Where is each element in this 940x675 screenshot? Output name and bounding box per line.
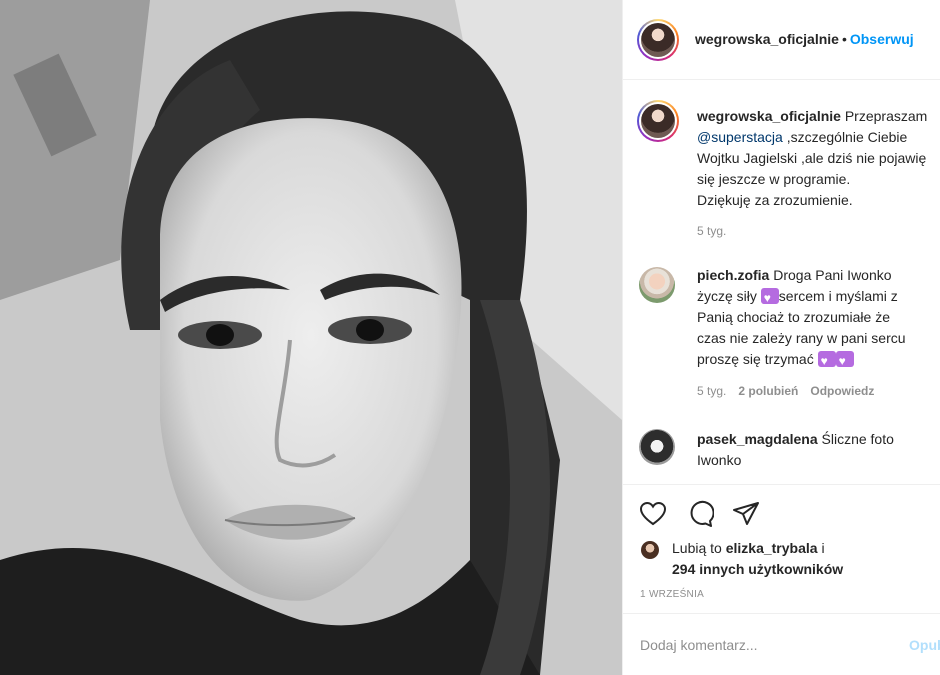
comment-meta: 5 tyg. 2 polubień Odpowiedz — [697, 384, 874, 398]
caption-line: ,szczególnie Ciebie — [786, 129, 908, 145]
add-comment-bar: Opublikuj — [623, 614, 940, 675]
likes-suffix: i — [821, 540, 825, 556]
post-header: wegrowska_oficjalnie • Obserwuj — [623, 0, 940, 80]
liker-username[interactable]: elizka_trybala — [726, 540, 818, 556]
comment-line: Śliczne foto — [821, 431, 894, 447]
post-date[interactable]: 1 WRZEŚNIA — [640, 589, 704, 600]
author-avatar[interactable] — [637, 19, 679, 61]
caption-avatar[interactable] — [637, 100, 679, 142]
header-text: wegrowska_oficjalnie • Obserwuj — [695, 31, 914, 47]
author-username[interactable]: wegrowska_oficjalnie — [695, 31, 839, 47]
likes-others-link[interactable]: 294 innych użytkowników — [672, 559, 843, 580]
liker-avatar[interactable] — [641, 541, 659, 559]
comment-time[interactable]: 5 tyg. — [697, 384, 726, 398]
commenter-avatar[interactable] — [639, 267, 675, 303]
heart-icon[interactable] — [639, 500, 667, 528]
reply-button[interactable]: Odpowiedz — [810, 384, 874, 398]
comment-line: sercem i myślami z — [778, 288, 898, 304]
header-separator: • — [841, 31, 847, 47]
publish-button[interactable]: Opublikuj — [909, 637, 940, 653]
comment-line: czas nie zależy rany w pani sercu — [697, 330, 906, 346]
caption-line: się jeszcze w programie. — [697, 171, 851, 187]
purple-heart-emoji-icon — [760, 288, 779, 309]
caption-time[interactable]: 5 tyg. — [697, 224, 726, 238]
comment-text: pasek_magdalena Śliczne foto Iwonko — [697, 429, 940, 471]
post-side-panel: wegrowska_oficjalnie • Obserwuj wegrowska_… — [622, 0, 940, 675]
commenter-username[interactable]: piech.zofia — [697, 267, 769, 283]
caption-line: Przepraszam — [844, 108, 928, 124]
comment-input[interactable] — [640, 634, 880, 656]
comments-list[interactable]: wegrowska_oficjalnie Przepraszam @supers… — [623, 80, 940, 485]
commenter-avatar[interactable] — [639, 429, 675, 465]
comment-line: życzę siły — [697, 288, 757, 304]
likes-prefix: Lubią to — [672, 540, 722, 556]
mention-link[interactable]: @superstacja — [697, 129, 783, 145]
caption-username[interactable]: wegrowska_oficjalnie — [697, 108, 841, 124]
post-photo[interactable] — [0, 0, 622, 675]
comment-icon[interactable] — [686, 500, 714, 528]
caption-line: Wojtku Jagielski ,ale dziś nie pojawię — [697, 150, 927, 166]
follow-button[interactable]: Obserwuj — [850, 31, 914, 47]
purple-heart-emoji-icon — [835, 351, 854, 372]
comment-likes[interactable]: 2 polubień — [738, 384, 798, 398]
commenter-username[interactable]: pasek_magdalena — [697, 431, 818, 447]
comment-text: piech.zofia Droga Pani Iwonko życzę siły… — [697, 265, 940, 372]
purple-heart-emoji-icon — [817, 351, 836, 372]
comment-line: Iwonko — [697, 452, 742, 468]
comment-line: Panią chociaż to zrozumiałe że — [697, 309, 890, 325]
caption-line: Dziękuję za zrozumienie. — [697, 192, 853, 208]
share-icon[interactable] — [732, 500, 760, 528]
post-modal: wegrowska_oficjalnie • Obserwuj wegrowska_… — [0, 0, 940, 675]
likes-summary: Lubią to elizka_trybala i — [672, 538, 825, 559]
portrait-image — [0, 0, 622, 675]
post-actions: Lubią to elizka_trybala i 294 innych uży… — [623, 486, 940, 614]
comment-line: Droga Pani Iwonko — [773, 267, 892, 283]
caption-text: wegrowska_oficjalnie Przepraszam @supers… — [697, 106, 940, 211]
comment-line: proszę się trzymać — [697, 351, 814, 367]
